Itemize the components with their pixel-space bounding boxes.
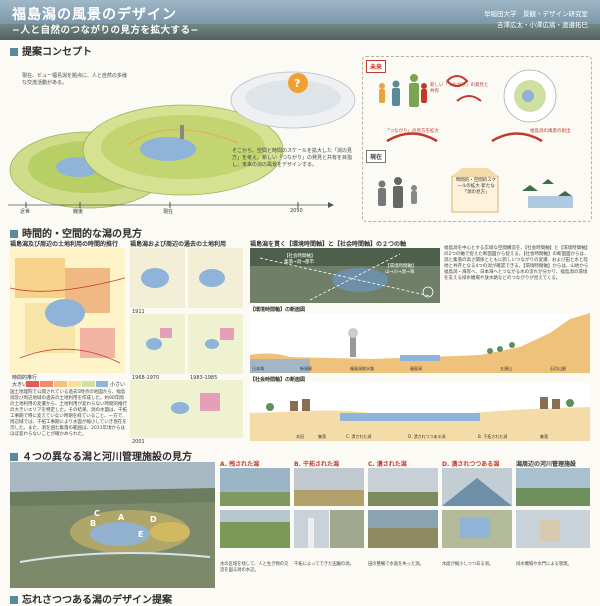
aerial-photo <box>10 462 215 588</box>
axes-aerial-map <box>250 248 440 303</box>
concept-text-future: そこから、空間と時間のスケールを拡大した「潟の見方」を考え、新しい「つながり」の… <box>232 148 353 168</box>
page-title: 福島潟の風景のデザイン <box>12 7 177 23</box>
soc-label: C. 潰された潟 <box>346 434 372 439</box>
panel-title-b: B. 干拓された潟 <box>294 461 339 468</box>
year-label: 1983-1985 <box>190 375 218 381</box>
concept-text-now: 現在、ビュー福島潟を拠点に、人と自然の多様な交流活動がある。 <box>22 73 127 86</box>
year-maps <box>130 248 243 438</box>
landuse-heatmap <box>10 248 125 373</box>
soc-section-title: 【社会時間軸】の断面図 <box>250 377 306 383</box>
axis-soc-note: 集落→潟→都市 <box>284 260 315 265</box>
panel-text-a: 水の区域を残して、人と生き物の交流を図る潟の水辺。 <box>220 562 289 573</box>
arrow-note-mid: 「つながり」の見方を拡大 <box>385 129 439 134</box>
aerial-label: B <box>90 519 97 528</box>
panel-title-c: C. 潰された潟 <box>368 461 407 468</box>
section-marker-icon <box>10 596 18 604</box>
section-marker-icon <box>10 453 18 461</box>
section-heading-four-lagoons: ４つの異なる潟と河川管理施設の見方 <box>10 448 192 463</box>
legend-scale <box>26 381 108 387</box>
section-heading-spatiotemporal: 時間的・空間的な潟の見方 <box>10 225 142 240</box>
axes-description: 福島潟を中心とする広域な空間構造を、【社会時間軸】と【環境時間軸】の2つの軸で捉… <box>444 246 589 282</box>
arrow-note-top: 新しい「つながり」の発見と共有 <box>430 83 489 94</box>
page-subtitle: −人と自然のつながりの見方を拡大する− <box>12 25 199 36</box>
legend-big: 大きい <box>12 382 28 388</box>
env-section-title: 【環境時間軸】の断面図 <box>250 307 306 313</box>
panel-text-c: 田の整備で水面を失った潟。 <box>368 562 424 567</box>
title-banner: 福島潟の風景のデザイン −人と自然のつながりの見方を拡大する− 早稲田大学 景観… <box>0 0 600 40</box>
panel-title-d: D. 潰されつつある潟 <box>442 461 500 468</box>
legend-small: 小さい <box>110 382 126 388</box>
time-axis-label: 時間的推行 <box>12 375 38 381</box>
env-label: 石切山脈 <box>550 366 566 371</box>
panel-title-facility: 潟周辺の河川管理施設 <box>516 461 577 468</box>
year-label: 2001 <box>132 439 145 445</box>
axes-title: 福島潟を貫く【環境時間軸】と【社会時間軸】の２つの軸 <box>250 241 407 248</box>
authors: 吉澤広太・小澤広嵩・渡邉拓巳 <box>497 21 588 29</box>
timeline-label: 戦後 <box>73 209 84 215</box>
year-label: 1911 <box>132 309 145 315</box>
section-marker-icon <box>10 230 18 238</box>
axis-env-note: 山→川→潟→海 <box>385 270 415 275</box>
arrow-note-bottom: 福島潟の風景の創出 <box>530 129 571 134</box>
env-label: 福島潟放水路 <box>350 366 374 371</box>
timeline-label: 現在 <box>163 209 174 215</box>
timeline-label: 近世 <box>20 209 31 215</box>
panel-title-a: A. 残された潟 <box>220 461 260 468</box>
year-label: 1968-1970 <box>132 375 160 381</box>
section-heading-proposal: 忘れさつつある潟のデザイン提案 <box>10 591 172 606</box>
soc-label: 本田 <box>296 434 304 439</box>
soc-label: 集落 <box>540 434 548 439</box>
env-label: 五頭山 <box>500 366 512 371</box>
soc-label: B. 干拓された潟 <box>478 434 508 439</box>
aerial-label: C <box>94 509 100 518</box>
timeline-label: 2050 <box>290 208 303 214</box>
aerial-label: D <box>150 515 157 524</box>
cycle-center-label: 時間的・空間的スケールの拡大 新たな「潟の見方」 <box>455 178 497 195</box>
panel-text-facility: 排水機場や水門による管理。 <box>516 562 572 567</box>
svg-text:?: ? <box>294 77 300 90</box>
env-label: 新潟駅 <box>300 366 312 371</box>
env-section-diagram <box>250 313 590 373</box>
env-label: 福島潟 <box>410 366 422 371</box>
map-title-1: 福島潟及び周辺の土地利用の時間的推行 <box>10 241 119 248</box>
aerial-label: E <box>138 530 144 539</box>
soc-label: 集落 <box>318 434 326 439</box>
lagoon-photos <box>220 468 590 548</box>
affiliation: 早稲田大学 景観・デザイン研究室 <box>484 10 588 18</box>
map-title-2: 福島潟および周辺の過去の土地利用 <box>130 241 227 248</box>
concept-people-diagram <box>378 69 573 213</box>
panel-text-b: 干拓によってできた田園の潟。 <box>294 562 354 567</box>
soc-section-diagram <box>250 383 590 441</box>
landuse-description: 国土地理院で公開されている過去5時点の地図から、福島潟及び周辺地域の過去の土地利… <box>10 390 127 438</box>
aerial-label: A <box>118 513 125 522</box>
soc-label: D. 潰されつつある潟 <box>408 434 446 439</box>
env-label: 日本海 <box>252 366 264 371</box>
panel-text-d: 水面が縮小しつつある潟。 <box>442 562 494 567</box>
